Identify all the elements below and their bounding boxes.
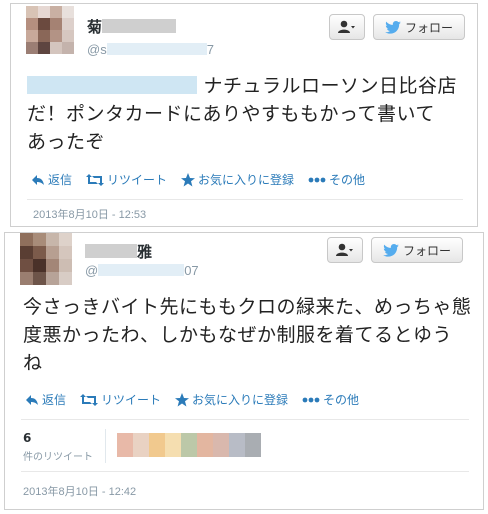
favorite-button[interactable]: お気に入りに登録: [175, 391, 288, 408]
display-name[interactable]: 雅: [85, 241, 152, 262]
tweet-actions: 返信 リツイート お気に入りに登録 その他: [31, 171, 365, 188]
retweeter-avatar[interactable]: [133, 433, 149, 457]
tweet-card-1: 菊 @s 7 フォロー ナチュラルローソン日比谷店 だ！ポンタカードにありやすもも…: [10, 3, 478, 227]
retweeter-avatar[interactable]: [117, 433, 133, 457]
user-actions-button[interactable]: [327, 237, 363, 263]
divider: [21, 419, 469, 420]
follow-label: フォロー: [402, 243, 451, 258]
screen-name[interactable]: @s 7: [87, 42, 214, 57]
retweeter-avatar[interactable]: [181, 433, 197, 457]
tweet-text: 今さっきバイト先にももクロの緑来た、めっちゃ態 度悪かったわ、しかもなぜか制服を…: [23, 296, 472, 374]
chevron-down-icon: [349, 249, 353, 252]
tweet-text: ナチュラルローソン日比谷店 だ！ポンタカードにありやすももかって書いて あったぞ: [27, 75, 458, 153]
tweet-card-2: 雅 @07 フォロー 今さっきバイト先にももクロの緑来た、めっちゃ態 度悪かった…: [4, 232, 484, 510]
person-icon: [338, 20, 355, 33]
more-button[interactable]: その他: [302, 391, 359, 408]
retweeter-avatar[interactable]: [165, 433, 181, 457]
redacted-handle: [98, 264, 185, 276]
favorite-button[interactable]: お気に入りに登録: [181, 171, 294, 188]
chevron-down-icon: [351, 26, 355, 29]
redacted-text: [27, 76, 197, 94]
retweet-icon: [80, 393, 99, 406]
retweeter-avatar[interactable]: [213, 433, 229, 457]
retweet-count[interactable]: 6: [23, 431, 31, 445]
twitter-bird-icon: [385, 20, 401, 34]
timestamp[interactable]: 2013年8月10日 - 12:42: [23, 483, 136, 499]
screen-name[interactable]: @07: [85, 263, 199, 278]
retweeter-avatar[interactable]: [229, 433, 245, 457]
reply-button[interactable]: 返信: [31, 171, 72, 188]
person-icon: [336, 243, 353, 256]
user-actions-button[interactable]: [329, 14, 365, 40]
retweet-button[interactable]: リツイート: [86, 171, 167, 188]
follow-button[interactable]: フォロー: [373, 14, 465, 40]
retweeter-avatars[interactable]: [117, 433, 261, 457]
divider: [27, 199, 463, 200]
retweet-count-label: 件のリツイート: [23, 452, 93, 463]
star-icon: [175, 392, 190, 406]
redacted-name: [85, 244, 137, 258]
reply-button[interactable]: 返信: [25, 391, 66, 408]
stats-separator: [105, 429, 106, 463]
more-button[interactable]: その他: [308, 171, 365, 188]
twitter-bird-icon: [383, 243, 399, 257]
avatar[interactable]: [20, 233, 72, 285]
redacted-name: [102, 19, 177, 33]
more-dots-icon: [302, 397, 320, 402]
reply-icon: [32, 174, 44, 185]
star-icon: [181, 172, 196, 186]
tweet-actions: 返信 リツイート お気に入りに登録 その他: [25, 391, 359, 408]
reply-icon: [26, 394, 38, 405]
retweet-icon: [86, 173, 105, 186]
display-name[interactable]: 菊: [87, 16, 177, 37]
retweet-button[interactable]: リツイート: [80, 391, 161, 408]
more-dots-icon: [308, 177, 326, 182]
retweeter-avatar[interactable]: [197, 433, 213, 457]
retweeter-avatar[interactable]: [149, 433, 165, 457]
redacted-handle: [106, 43, 207, 55]
retweeter-avatar[interactable]: [245, 433, 261, 457]
avatar[interactable]: [26, 6, 74, 54]
follow-button[interactable]: フォロー: [371, 237, 463, 263]
follow-label: フォロー: [404, 20, 453, 35]
divider: [21, 471, 469, 472]
timestamp[interactable]: 2013年8月10日 - 12:53: [33, 206, 146, 222]
